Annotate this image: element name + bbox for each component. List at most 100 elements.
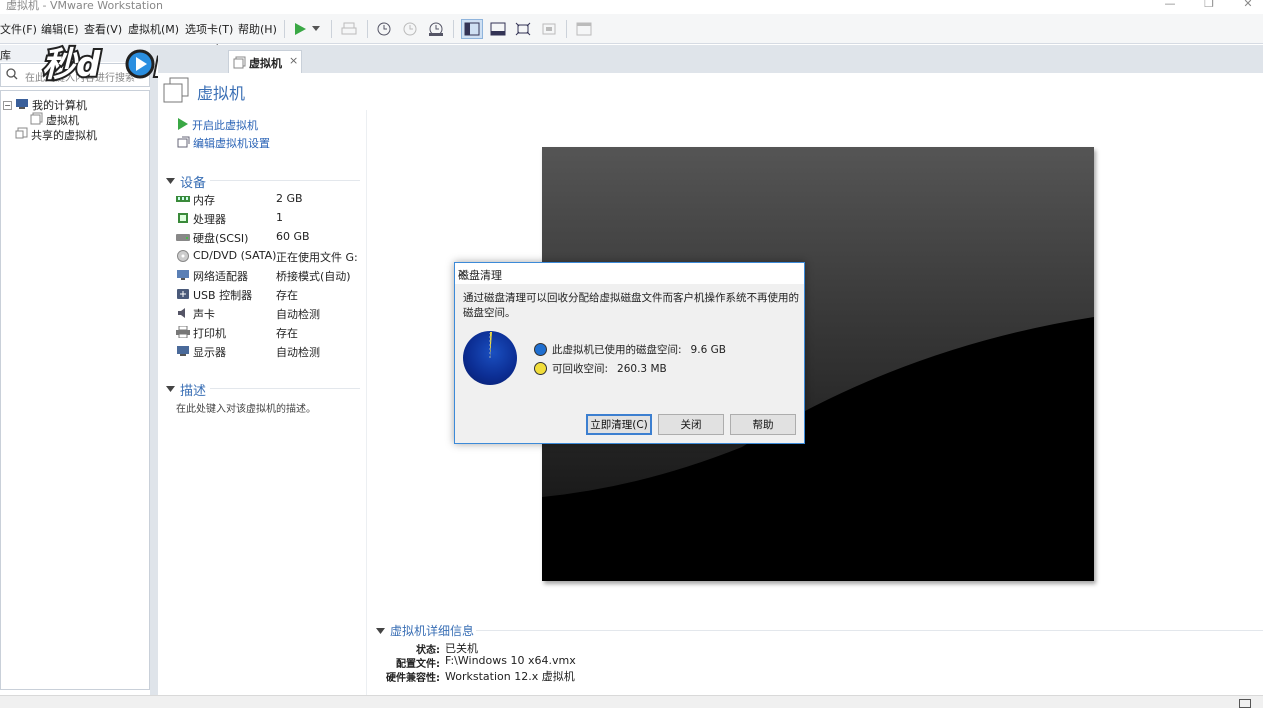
revert-snapshot-icon[interactable]	[399, 19, 421, 39]
vm-tab-icon	[233, 56, 246, 72]
legend-used-label: 此虚拟机已使用的磁盘空间:	[552, 344, 682, 356]
details-section-header[interactable]: 虚拟机详细信息	[376, 622, 474, 639]
fullscreen-icon[interactable]	[512, 19, 534, 39]
devices-section-header[interactable]: 设备	[166, 172, 206, 191]
vm-large-icon	[162, 76, 190, 107]
device-name: CD/DVD (SATA)	[193, 249, 277, 262]
device-row-sound[interactable]: 声卡 自动检测	[176, 306, 361, 322]
help-button[interactable]: 帮助	[730, 414, 796, 435]
toolbar-separator	[566, 20, 567, 38]
column-divider	[366, 110, 367, 695]
console-view-icon[interactable]	[573, 19, 595, 39]
status-bar	[0, 695, 1263, 708]
network-adapter-icon	[176, 269, 190, 281]
device-value: 桥接模式(自动)	[276, 270, 351, 283]
menu-tabs[interactable]: 选项卡(T)	[185, 21, 233, 37]
dialog-close-button[interactable]: ✕	[458, 267, 798, 280]
tree-item-my-computer[interactable]: − 我的计算机	[3, 97, 87, 113]
detail-value-config: F:\Windows 10 x64.vmx	[445, 654, 576, 667]
device-row-cdrom[interactable]: CD/DVD (SATA) 正在使用文件 G:...	[176, 249, 361, 265]
close-window-button[interactable]: ✕	[1238, 0, 1258, 10]
snapshot-manager-icon[interactable]	[425, 19, 447, 39]
panel-splitter[interactable]	[150, 45, 158, 695]
menu-help[interactable]: 帮助(H)	[238, 21, 277, 37]
tab-vm[interactable]: 虚拟机 ×	[228, 50, 302, 73]
device-row-disk[interactable]: 硬盘(SCSI) 60 GB	[176, 230, 361, 246]
sound-card-icon	[176, 307, 190, 319]
details-heading: 虚拟机详细信息	[390, 624, 475, 638]
device-row-printer[interactable]: 打印机 存在	[176, 325, 361, 341]
disk-cleanup-dialog: 磁盘清理 ✕ 通过磁盘清理可以回收分配给虚拟磁盘文件而客户机操作系统不再使用的磁…	[454, 262, 805, 444]
minimize-button[interactable]: —	[1160, 0, 1180, 10]
menu-edit[interactable]: 编辑(E)	[41, 21, 79, 37]
thumbnail-bar-icon[interactable]	[487, 19, 509, 39]
detail-key-state: 状态:	[416, 645, 440, 656]
device-value: 自动检测	[276, 308, 320, 321]
device-value: 2 GB	[276, 192, 303, 205]
settings-icon	[177, 136, 190, 151]
toolbar-separator	[367, 20, 368, 38]
snapshot-icon[interactable]	[373, 19, 395, 39]
title-bar: 虚拟机 - VMware Workstation — ❐ ✕	[0, 0, 1263, 13]
detail-key-config: 配置文件:	[396, 659, 440, 670]
device-name: 声卡	[193, 308, 215, 321]
detail-value-compat: Workstation 12.x 虚拟机	[445, 670, 575, 683]
vm-icon	[30, 112, 43, 128]
edit-settings-link[interactable]: 编辑虚拟机设置	[177, 135, 270, 151]
power-on-link[interactable]: 开启此虚拟机	[177, 117, 258, 133]
device-value: 存在	[276, 289, 298, 302]
close-button[interactable]: 关闭	[658, 414, 724, 435]
collapse-icon[interactable]: −	[3, 100, 12, 110]
divider	[476, 630, 1263, 631]
device-row-processor[interactable]: 处理器 1	[176, 211, 361, 227]
tree-item-shared[interactable]: 共享的虚拟机	[15, 127, 97, 143]
library-tree: − 我的计算机 虚拟机 共享的虚拟机	[0, 90, 150, 690]
legend-reclaimable: 可回收空间: 260.3 MB	[534, 361, 667, 376]
device-row-display[interactable]: 显示器 自动检测	[176, 344, 361, 360]
legend-reclaimable-label: 可回收空间:	[552, 363, 609, 375]
power-on-icon	[177, 117, 189, 133]
tree-label: 虚拟机	[46, 114, 79, 127]
power-on-icon[interactable]	[289, 19, 311, 39]
processor-icon	[176, 212, 190, 224]
shared-vm-icon	[15, 127, 28, 143]
device-row-network[interactable]: 网络适配器 桥接模式(自动)	[176, 268, 361, 284]
maximize-button[interactable]: ❐	[1199, 0, 1219, 10]
edit-settings-label: 编辑虚拟机设置	[193, 137, 270, 150]
description-placeholder[interactable]: 在此处键入对该虚拟机的描述。	[176, 400, 316, 415]
menu-vm[interactable]: 虚拟机(M)	[128, 21, 179, 37]
device-row-memory[interactable]: 内存 2 GB	[176, 192, 361, 208]
tab-close-icon[interactable]: ×	[289, 54, 298, 67]
device-name: 内存	[193, 194, 215, 207]
device-name: 网络适配器	[193, 270, 248, 283]
unity-icon[interactable]	[538, 19, 560, 39]
clean-now-button[interactable]: 立即清理(C)	[586, 414, 652, 435]
memory-icon	[176, 193, 190, 205]
description-heading: 描述	[180, 384, 207, 399]
used-color-swatch	[534, 343, 547, 356]
menu-view[interactable]: 查看(V)	[84, 21, 122, 37]
device-row-usb[interactable]: USB 控制器 存在	[176, 287, 361, 303]
dialog-title-bar: 磁盘清理 ✕	[455, 263, 804, 284]
dialog-message: 通过磁盘清理可以回收分配给虚拟磁盘文件而客户机操作系统不再使用的磁盘空间。	[463, 292, 799, 319]
description-section-header[interactable]: 描述	[166, 380, 206, 399]
device-name: 处理器	[193, 213, 226, 226]
power-dropdown-icon[interactable]	[309, 19, 323, 39]
send-ctrl-alt-del-icon[interactable]	[338, 19, 360, 39]
tab-label: 虚拟机	[249, 57, 282, 70]
device-value: 自动检测	[276, 346, 320, 359]
svg-text:秒d: 秒d	[42, 45, 101, 85]
tree-label: 共享的虚拟机	[31, 129, 97, 142]
legend-used-value: 9.6 GB	[690, 343, 726, 356]
menu-file[interactable]: 文件(F)	[0, 21, 37, 37]
tree-item-vm[interactable]: 虚拟机	[30, 112, 79, 128]
divider	[210, 388, 360, 389]
legend-reclaimable-value: 260.3 MB	[617, 362, 667, 375]
message-log-icon[interactable]	[1239, 698, 1251, 708]
show-library-icon[interactable]	[461, 19, 483, 39]
usb-icon	[176, 288, 190, 300]
device-name: USB 控制器	[193, 289, 253, 302]
detail-key-compat: 硬件兼容性:	[386, 673, 440, 684]
cd-dvd-icon	[176, 250, 190, 262]
device-value: 60 GB	[276, 230, 310, 243]
